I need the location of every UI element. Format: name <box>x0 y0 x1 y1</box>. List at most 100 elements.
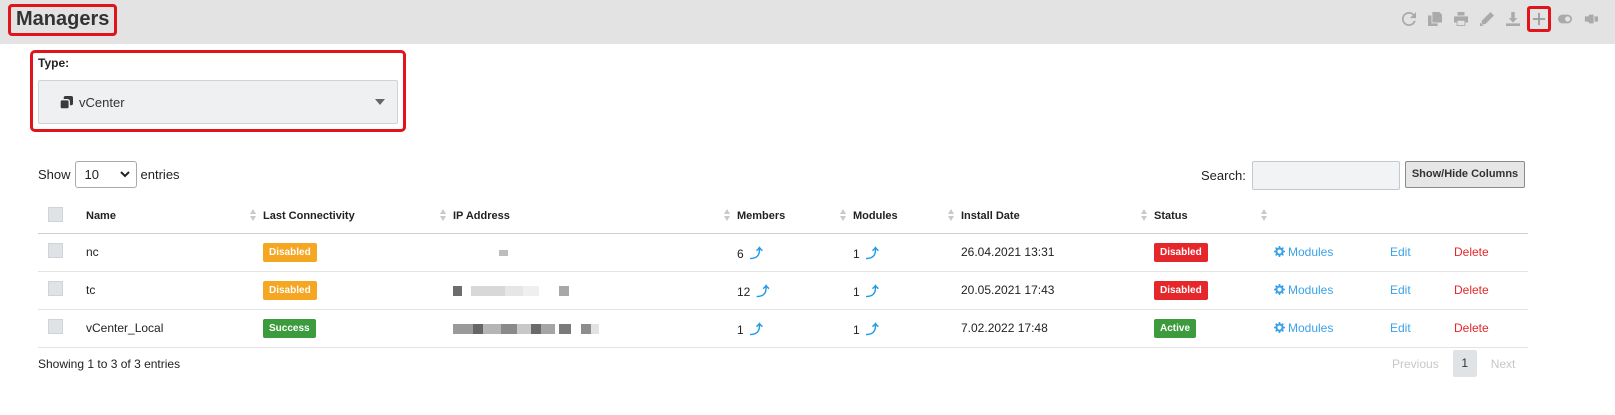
type-filter: Type: vCenter <box>30 50 406 132</box>
modules-action-link[interactable]: Modules <box>1274 245 1333 259</box>
sort-icon <box>948 209 955 223</box>
top-bar: Managers <box>0 0 1615 44</box>
refresh-icon[interactable] <box>1397 6 1421 32</box>
download-icon[interactable] <box>1501 6 1525 32</box>
show-hide-columns-button[interactable]: Show/Hide Columns <box>1405 161 1525 188</box>
modules-action-link[interactable]: Modules <box>1274 321 1333 335</box>
column-header-status[interactable]: Status <box>1154 199 1274 234</box>
add-icon <box>1532 12 1546 26</box>
sort-icon <box>1141 209 1148 223</box>
cell-install-date: 7.02.2022 17:48 <box>961 309 1154 348</box>
edit-link[interactable]: Edit <box>1390 283 1411 297</box>
cell-name: nc <box>86 233 263 272</box>
edit-link[interactable]: Edit <box>1390 321 1411 335</box>
sort-icon <box>250 209 257 223</box>
members-link-icon[interactable]: ⤴ <box>756 284 769 299</box>
table-row: vCenter_Local Success 1 ⤴ 1 ⤴ 7.02.2022 … <box>38 309 1528 348</box>
row-checkbox[interactable] <box>48 281 63 296</box>
chevron-down-icon <box>119 171 130 178</box>
edit-icon[interactable] <box>1475 6 1499 32</box>
cell-install-date: 26.04.2021 13:31 <box>961 233 1154 272</box>
edit-link[interactable]: Edit <box>1390 245 1411 259</box>
type-select[interactable]: vCenter <box>38 80 398 124</box>
connectivity-badge: Success <box>263 318 316 338</box>
delete-link[interactable]: Delete <box>1454 283 1489 297</box>
column-header-modules[interactable]: Modules <box>853 199 961 234</box>
column-header-last-connectivity[interactable]: Last Connectivity <box>263 199 453 234</box>
search-control: Search: <box>1201 161 1400 190</box>
row-checkbox[interactable] <box>48 243 63 258</box>
pin-icon[interactable] <box>1579 6 1603 32</box>
toggle-icon[interactable] <box>1553 6 1577 32</box>
length-control: Show 10 entries <box>38 161 180 188</box>
previous-page-button[interactable]: Previous <box>1384 357 1447 371</box>
redacted-ip <box>453 285 573 296</box>
gear-icon <box>1274 322 1285 333</box>
sort-icon <box>1261 209 1268 223</box>
modules-link-icon[interactable]: ⤴ <box>866 246 879 261</box>
page-1-button[interactable]: 1 <box>1452 350 1477 377</box>
pagination: Previous 1 Next <box>1384 350 1523 377</box>
sort-icon <box>440 209 447 223</box>
column-header-modules-action <box>1274 199 1390 234</box>
cell-ip-address <box>453 233 737 272</box>
redacted-ip <box>453 323 603 334</box>
cell-name: tc <box>86 271 263 310</box>
members-link-icon[interactable]: ⤴ <box>750 322 763 337</box>
cell-install-date: 20.05.2021 17:43 <box>961 271 1154 310</box>
cell-members: 12 <box>737 284 751 299</box>
type-label: Type: <box>38 56 70 70</box>
column-header-edit <box>1390 199 1454 234</box>
gear-icon <box>1274 246 1285 257</box>
cell-ip-address <box>453 271 737 310</box>
search-label: Search: <box>1201 168 1246 183</box>
status-badge: Active <box>1154 318 1197 338</box>
print-icon[interactable] <box>1449 6 1473 32</box>
redacted-ip <box>453 248 513 258</box>
gear-icon <box>1274 284 1285 295</box>
cell-ip-address <box>453 309 737 348</box>
members-link-icon[interactable]: ⤴ <box>750 246 763 261</box>
cell-modules: 1 <box>853 322 860 337</box>
table-row: tc Disabled 12 ⤴ 1 ⤴ 20.05.2021 17:43 Disa… <box>38 271 1528 310</box>
status-badge: Disabled <box>1154 242 1208 262</box>
status-badge: Disabled <box>1154 280 1208 300</box>
chevron-down-icon <box>375 99 385 105</box>
sort-icon <box>840 209 847 223</box>
select-all-header <box>38 199 86 234</box>
column-header-install-date[interactable]: Install Date <box>961 199 1154 234</box>
modules-action-link[interactable]: Modules <box>1274 283 1333 297</box>
length-prefix: Show <box>38 167 71 182</box>
table-header-row: Name Last Connectivity IP Address Member… <box>38 199 1528 234</box>
page-title: Managers <box>8 4 118 36</box>
cell-members: 1 <box>737 322 744 337</box>
column-header-name[interactable]: Name <box>86 199 263 234</box>
search-input[interactable] <box>1251 161 1400 190</box>
select-all-checkbox[interactable] <box>48 206 63 222</box>
table-row: nc Disabled 6 ⤴ 1 ⤴ 26.04.2021 13:31 Disab… <box>38 233 1528 272</box>
column-header-members[interactable]: Members <box>737 199 853 234</box>
cell-modules: 1 <box>853 284 860 299</box>
page-length-select[interactable]: 10 <box>74 161 137 188</box>
vcenter-icon <box>60 96 73 109</box>
delete-link[interactable]: Delete <box>1454 245 1489 259</box>
page-length-value: 10 <box>84 167 99 182</box>
managers-table: Name Last Connectivity IP Address Member… <box>38 199 1528 348</box>
add-button[interactable] <box>1527 6 1551 32</box>
cell-modules: 1 <box>853 246 860 261</box>
modules-link-icon[interactable]: ⤴ <box>866 284 879 299</box>
copy-icon[interactable] <box>1423 6 1447 32</box>
modules-link-icon[interactable]: ⤴ <box>866 322 879 337</box>
length-suffix: entries <box>140 167 180 182</box>
next-page-button[interactable]: Next <box>1483 357 1524 371</box>
delete-link[interactable]: Delete <box>1454 321 1489 335</box>
type-select-value: vCenter <box>79 95 125 110</box>
row-checkbox[interactable] <box>48 319 63 334</box>
table-info: Showing 1 to 3 of 3 entries <box>38 357 181 371</box>
column-header-delete <box>1454 199 1528 234</box>
connectivity-badge: Disabled <box>263 280 317 300</box>
sort-icon <box>724 209 731 223</box>
cell-name: vCenter_Local <box>86 309 263 348</box>
toolbar <box>1397 5 1603 33</box>
column-header-ip-address[interactable]: IP Address <box>453 199 737 234</box>
